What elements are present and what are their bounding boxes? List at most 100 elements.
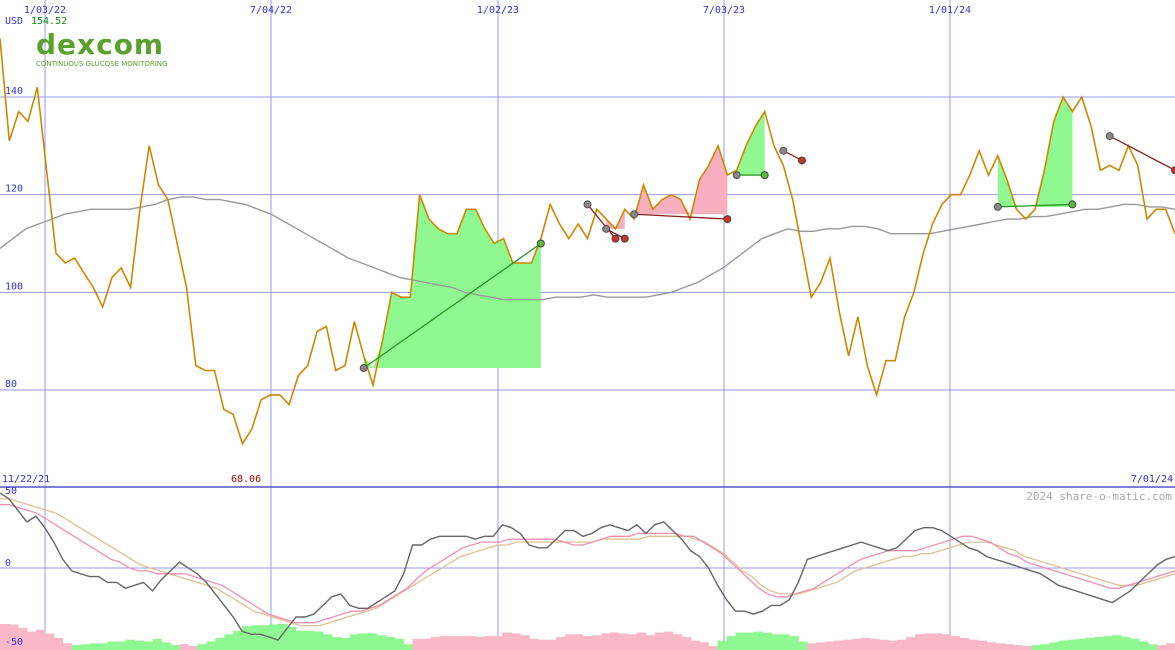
histogram-bar xyxy=(1121,637,1131,650)
histogram-bar xyxy=(600,633,611,650)
histogram-bar xyxy=(1049,642,1059,650)
x-tick-label: 7/04/22 xyxy=(250,5,292,16)
trade-line xyxy=(1109,135,1175,171)
last-price: 154.52 xyxy=(31,16,67,27)
histogram-bar xyxy=(520,635,530,650)
histogram-bar xyxy=(672,634,683,650)
tick-labels: 1/03/22 7/04/22 1/02/23 7/03/23 1/01/24 80 100… xyxy=(2,5,1173,648)
histogram-bar xyxy=(663,631,674,650)
histogram-bar xyxy=(914,634,925,650)
histogram-bar xyxy=(502,632,512,650)
histogram-bar xyxy=(340,637,351,650)
histogram-bar xyxy=(430,637,441,650)
histogram-bar xyxy=(690,640,701,650)
histogram-bar xyxy=(834,640,844,650)
histogram-bar xyxy=(905,637,916,650)
y-tick-label: 120 xyxy=(5,184,23,195)
osc-y-tick-label: 50 xyxy=(5,486,17,497)
histogram-bar xyxy=(475,637,485,650)
x-tick-label: 1/03/22 xyxy=(24,5,66,16)
histogram-bar xyxy=(53,637,64,650)
histogram-bar xyxy=(681,637,692,650)
histogram-bar xyxy=(1085,637,1095,650)
histogram-bar xyxy=(798,641,808,650)
histogram-bar xyxy=(735,632,745,650)
histogram-bar xyxy=(251,625,261,650)
x-tick-label: 1/02/23 xyxy=(477,5,519,16)
histogram-bar xyxy=(331,637,342,650)
trade-fills xyxy=(363,97,1073,369)
trade-entry-marker xyxy=(1105,132,1114,141)
logo: dexcom CONTINUOUS GLUCOSE MONITORING xyxy=(36,28,167,68)
histogram-bar xyxy=(816,642,826,650)
histogram-bar xyxy=(879,639,889,650)
gain-area xyxy=(997,97,1073,207)
osc-y-tick-label: -50 xyxy=(5,637,23,648)
histogram-bar xyxy=(233,630,243,650)
histogram-bar xyxy=(322,634,333,650)
x-tick-label: 1/01/24 xyxy=(929,5,971,16)
histogram-bar xyxy=(717,640,728,650)
histogram-bar xyxy=(699,642,710,650)
moving-average-line xyxy=(0,196,1175,301)
histogram-bar xyxy=(62,643,73,650)
histogram-bar xyxy=(224,634,234,650)
histogram-bar xyxy=(242,626,252,650)
histogram-bar xyxy=(197,644,207,650)
histogram-bar xyxy=(35,629,46,650)
histogram-bar xyxy=(762,632,772,650)
histogram-bar xyxy=(1067,639,1077,650)
histogram-bar xyxy=(870,638,880,650)
histogram-bar xyxy=(852,638,862,650)
histogram-bar xyxy=(466,636,476,650)
x-tick-label: 7/03/23 xyxy=(703,5,745,16)
y-tick-label: 100 xyxy=(5,281,23,292)
histogram-bar xyxy=(968,639,979,650)
histogram-bar xyxy=(1076,638,1086,650)
histogram-bar xyxy=(403,644,414,650)
histogram-bar xyxy=(896,639,907,650)
histogram-bar xyxy=(143,641,153,650)
histogram-bar xyxy=(1022,646,1032,650)
x-tick-label: 7/01/24 xyxy=(1131,474,1173,485)
histogram-bar xyxy=(44,633,55,650)
histogram-bar xyxy=(1094,637,1104,650)
histogram-bar xyxy=(278,624,288,650)
histogram-bar xyxy=(1157,645,1167,650)
trade-entry-marker xyxy=(359,364,368,373)
histogram-bar xyxy=(71,645,82,650)
trade-entry-marker xyxy=(779,146,788,155)
trade-entry-marker xyxy=(732,171,741,180)
oscillator-line xyxy=(0,492,1175,641)
histogram-bar xyxy=(843,639,853,650)
logo-wordmark: dexcom xyxy=(36,28,164,61)
histogram-bar xyxy=(538,639,548,650)
histogram-bar xyxy=(708,646,719,650)
histogram-bar xyxy=(511,633,521,650)
histogram-bar xyxy=(98,643,109,650)
trade-exit-marker xyxy=(797,156,806,165)
histogram-bar xyxy=(493,636,503,650)
histogram-bar xyxy=(421,638,432,650)
histogram-bar xyxy=(1013,645,1024,650)
histogram-bar xyxy=(995,643,1006,650)
histogram-bar xyxy=(260,625,270,650)
oscillator-fast-line xyxy=(0,503,1175,624)
histogram-bar xyxy=(484,636,494,650)
histogram-bar xyxy=(367,633,378,650)
trade-entry-marker xyxy=(993,202,1002,211)
currency-label: USD xyxy=(5,16,23,27)
histogram-bar xyxy=(89,643,100,650)
histogram-bar xyxy=(439,636,449,650)
histogram-bar xyxy=(80,644,91,650)
histogram-bar xyxy=(753,631,763,650)
histogram-bar xyxy=(645,635,656,650)
histogram-bar xyxy=(107,641,118,650)
histogram-bar xyxy=(448,636,458,650)
histogram-bar xyxy=(179,644,189,650)
histogram-bar xyxy=(977,640,988,650)
histogram-bar xyxy=(1112,635,1122,650)
histogram-bar xyxy=(134,640,145,650)
histogram-bar xyxy=(726,636,736,650)
histogram-bar xyxy=(313,631,324,650)
